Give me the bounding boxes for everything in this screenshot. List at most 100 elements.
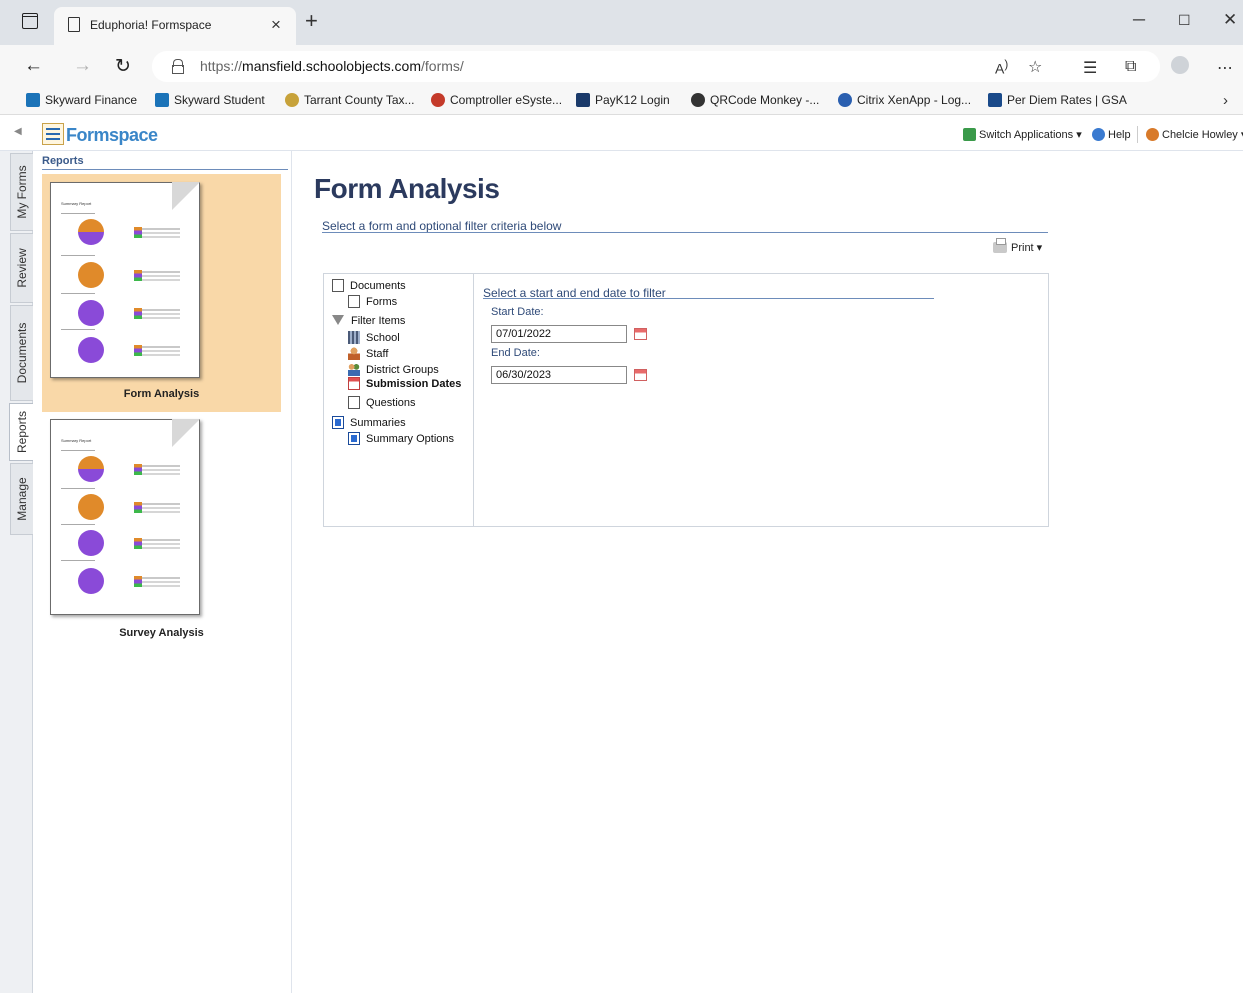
tab-title: Eduphoria! Formspace [90,18,212,32]
page-fold [172,419,200,447]
bookmark-qrcode-monkey[interactable]: QRCode Monkey -... [691,93,819,107]
table-thumbnail [134,225,180,239]
tab-reports[interactable]: Reports [9,403,34,461]
end-date-calendar-icon[interactable] [634,369,647,381]
summary-options-icon [348,432,360,445]
thumbnail-line [61,293,95,294]
summaries-icon [332,416,344,429]
browser-tab-bar: Eduphoria! Formspace × + ─ ☐ ✕ [0,0,1243,45]
bookmark-comptroller[interactable]: Comptroller eSyste... [431,93,562,107]
address-bar-row: ← → ↻ https://mansfield.schoolobjects.co… [0,45,1243,89]
maximize-icon[interactable]: ☐ [1178,12,1191,29]
main-content: Form Analysis Select a form and optional… [293,151,1243,993]
bookmark-skyward-finance[interactable]: Skyward Finance [26,93,137,107]
bookmark-payk12[interactable]: PayK12 Login [576,93,670,107]
more-bookmarks-icon[interactable]: › [1223,92,1228,109]
pie-chart-thumbnail [78,219,104,245]
document-icon [332,279,344,292]
page-icon [68,17,80,32]
browser-tab[interactable]: Eduphoria! Formspace × [54,7,296,45]
criteria-tree: Documents Forms Filter Items School Staf… [324,274,474,526]
tree-item-questions[interactable]: Questions [348,396,416,409]
url-text[interactable]: https://mansfield.schoolobjects.com/form… [200,58,464,74]
report-form-analysis[interactable]: Summary Report Form Analysis [42,174,281,412]
school-icon [348,331,360,344]
form-icon [348,295,360,308]
pie-chart-thumbnail [78,530,104,556]
start-date-input[interactable] [491,325,627,343]
tree-item-documents[interactable]: Documents [332,279,406,292]
collapse-panel-icon[interactable]: ◀ [14,126,22,137]
user-icon [1146,128,1159,141]
qrcode-monkey-icon [691,93,705,107]
thumbnail-line [61,213,95,214]
tree-item-forms[interactable]: Forms [348,295,397,308]
tab-documents[interactable]: Documents [10,305,33,401]
read-aloud-icon[interactable]: A) [995,58,1008,77]
print-button[interactable]: Print ▾ [993,238,1042,254]
report-label: Survey Analysis [119,627,204,639]
thumbnail-line [61,524,95,525]
tab-my-forms[interactable]: My Forms [10,153,33,231]
lock-icon[interactable] [172,59,184,74]
table-thumbnail [134,536,180,550]
tree-item-summaries[interactable]: Summaries [332,416,406,429]
table-thumbnail [134,268,180,282]
divider [483,298,934,299]
header-divider [1137,126,1138,143]
close-tab-icon[interactable]: × [271,15,281,35]
switch-applications-menu[interactable]: Switch Applications ▾ [963,128,1082,141]
tree-item-filter-items[interactable]: Filter Items [332,315,405,327]
profile-icon[interactable] [1171,56,1189,74]
staff-icon [348,347,360,360]
help-link[interactable]: Help [1092,128,1131,141]
thumbnail-title: Summary Report [61,201,92,206]
back-icon[interactable]: ← [24,55,43,77]
bookmark-citrix[interactable]: Citrix XenApp - Log... [838,93,971,107]
report-survey-analysis[interactable]: Summary Report Survey Analysis [42,413,281,651]
bookmark-tarrant-county[interactable]: Tarrant County Tax... [285,93,415,107]
more-icon[interactable]: ⋯ [1217,58,1233,78]
bookmark-gsa[interactable]: Per Diem Rates | GSA [988,93,1127,107]
tree-item-district-groups[interactable]: District Groups [348,363,439,376]
start-date-calendar-icon[interactable] [634,328,647,340]
table-thumbnail [134,343,180,357]
criteria-box: Documents Forms Filter Items School Staf… [323,273,1049,527]
tab-review[interactable]: Review [10,233,33,303]
tree-item-school[interactable]: School [348,331,400,344]
calendar-icon [348,377,360,390]
minimize-icon[interactable]: ─ [1133,10,1145,30]
tree-item-submission-dates[interactable]: Submission Dates [348,377,461,390]
divider [42,169,288,170]
end-date-input[interactable] [491,366,627,384]
tree-item-summary-options[interactable]: Summary Options [348,432,454,445]
comptroller-icon [431,93,445,107]
end-date-label: End Date: [491,347,540,359]
tree-item-staff[interactable]: Staff [348,347,388,360]
thumbnail-line [61,450,95,451]
report-label: Form Analysis [123,388,200,400]
user-menu[interactable]: Chelcie Howley ▾ [1146,128,1243,141]
favorites-icon[interactable]: ☰ [1083,58,1097,78]
page-subtitle: Select a form and optional filter criter… [322,219,562,233]
collections-icon[interactable]: ⧉ [1125,58,1136,76]
url-field[interactable]: https://mansfield.schoolobjects.com/form… [152,51,1160,82]
skyward-icon [155,93,169,107]
pie-chart-thumbnail [78,300,104,326]
new-tab-icon[interactable]: + [305,10,318,32]
tab-actions-icon[interactable] [22,13,38,29]
side-tabs: My Forms Review Documents Reports Manage [0,151,34,993]
add-favorite-icon[interactable]: ☆ [1028,57,1042,77]
tab-manage[interactable]: Manage [10,463,33,535]
page-fold [172,182,200,210]
thumbnail-title: Summary Report [61,438,92,443]
filter-icon [332,315,344,325]
bookmark-skyward-student[interactable]: Skyward Student [155,93,265,107]
district-groups-icon [348,363,360,376]
formspace-logo-icon [42,123,64,145]
forward-icon[interactable]: → [73,55,92,77]
close-window-icon[interactable]: ✕ [1223,10,1237,30]
pie-chart-thumbnail [78,494,104,520]
help-icon [1092,128,1105,141]
refresh-icon[interactable]: ↻ [115,55,131,78]
